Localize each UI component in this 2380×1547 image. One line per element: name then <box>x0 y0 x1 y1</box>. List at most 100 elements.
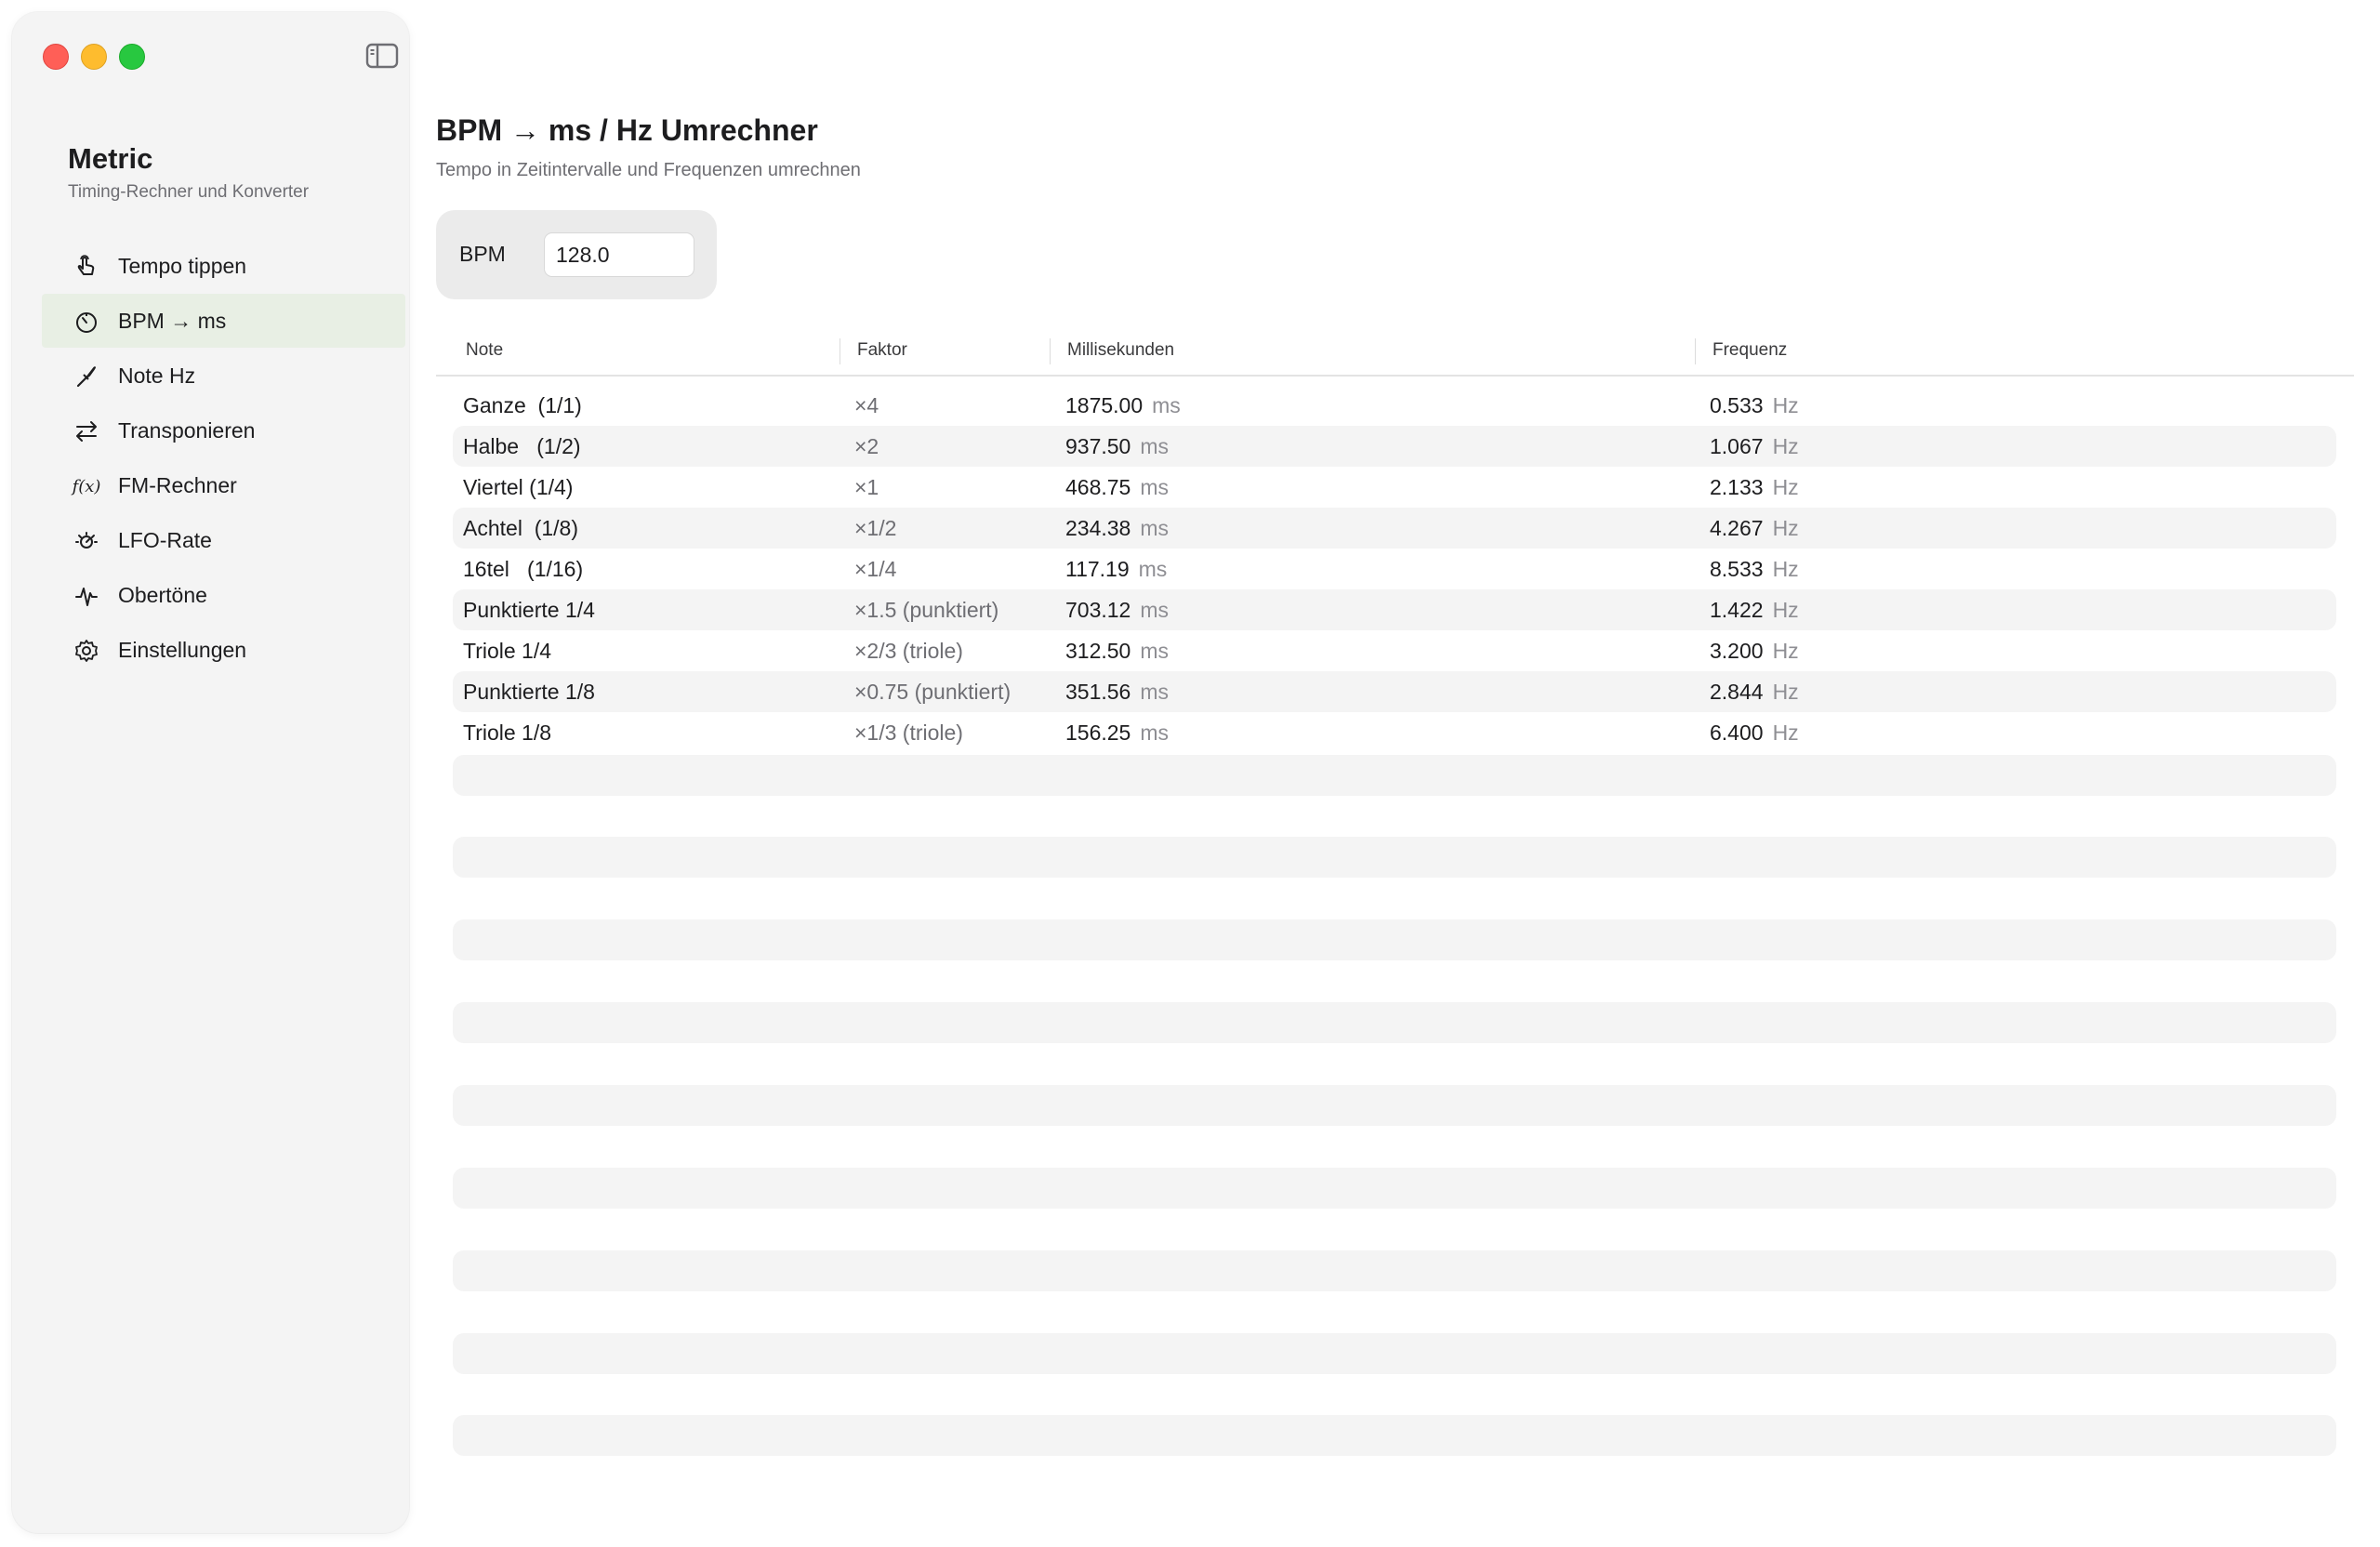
ms-unit: ms <box>1140 434 1170 458</box>
note-cell: Triole 1/8 <box>463 721 552 745</box>
table-row[interactable]: Punktierte 1/8 ×0.75 (punktiert) 351.56 m… <box>453 671 2336 712</box>
ms-unit: ms <box>1140 680 1170 704</box>
hz-value: 8.533 <box>1710 557 1764 581</box>
waveform-icon <box>73 583 99 609</box>
app-subtitle: Timing-Rechner und Konverter <box>68 182 310 202</box>
ms-value: 351.56 <box>1065 680 1131 704</box>
hz-cell: 4.267 Hz <box>1710 516 1799 541</box>
ms-value: 312.50 <box>1065 639 1131 663</box>
empty-table-row <box>453 1250 2336 1291</box>
hz-cell: 1.067 Hz <box>1710 434 1799 459</box>
sidebar-item-lfo-rate[interactable]: LFO-Rate <box>42 513 405 567</box>
empty-table-row <box>453 1168 2336 1209</box>
empty-table-row <box>453 1002 2336 1043</box>
note-cell: Achtel (1/8) <box>463 516 578 540</box>
hz-value: 3.200 <box>1710 639 1764 663</box>
ms-value: 937.50 <box>1065 434 1131 458</box>
hz-cell: 8.533 Hz <box>1710 557 1799 582</box>
ms-value: 1875.00 <box>1065 393 1144 417</box>
sidebar-item-obertoene[interactable]: Obertöne <box>42 568 405 622</box>
table-row[interactable]: Triole 1/8 ×1/3 (triole) 156.25 ms 6.400 H… <box>453 712 2336 753</box>
close-window-button[interactable] <box>43 44 69 70</box>
gear-icon <box>73 638 99 664</box>
hz-cell: 0.533 Hz <box>1710 393 1799 418</box>
page-subtitle: Tempo in Zeitintervalle und Frequenzen u… <box>436 160 861 180</box>
ms-cell: 117.19 ms <box>1065 557 1167 582</box>
hz-cell: 1.422 Hz <box>1710 598 1799 623</box>
table-row[interactable]: Viertel (1/4) ×1 468.75 ms 2.133 Hz <box>453 467 2336 508</box>
column-header-millisekunden[interactable]: Millisekunden <box>1067 340 1174 361</box>
hz-value: 4.267 <box>1710 516 1764 540</box>
ms-cell: 156.25 ms <box>1065 721 1169 746</box>
ms-unit: ms <box>1140 639 1170 663</box>
hz-unit: Hz <box>1772 475 1799 499</box>
sidebar-item-label: Obertöne <box>118 582 207 607</box>
factor-cell: ×1/4 <box>854 557 897 581</box>
table-row[interactable]: Triole 1/4 ×2/3 (triole) 312.50 ms 3.200 H… <box>453 630 2336 671</box>
sidebar-item-fm-rechner[interactable]: f(x) FM-Rechner <box>42 458 405 512</box>
page-title: BPM → ms / Hz Umrechner <box>436 113 818 147</box>
sidebar-item-note-hz[interactable]: Note Hz <box>42 349 405 403</box>
column-header-note[interactable]: Note <box>466 340 503 361</box>
hz-value: 0.533 <box>1710 393 1764 417</box>
ms-unit: ms <box>1140 598 1170 622</box>
ms-cell: 312.50 ms <box>1065 639 1169 664</box>
ms-unit: ms <box>1140 516 1170 540</box>
sidebar-toggle-icon[interactable] <box>365 43 399 69</box>
table-row[interactable]: Halbe (1/2) ×2 937.50 ms 1.067 Hz <box>453 426 2336 467</box>
factor-cell: ×4 <box>854 393 879 417</box>
table-row[interactable]: Achtel (1/8) ×1/2 234.38 ms 4.267 Hz <box>453 508 2336 549</box>
sidebar-item-tempo-tippen[interactable]: Tempo tippen <box>42 239 405 293</box>
timer-icon <box>73 309 99 335</box>
ms-cell: 1875.00 ms <box>1065 393 1181 418</box>
ms-value: 156.25 <box>1065 721 1131 745</box>
minimize-window-button[interactable] <box>81 44 107 70</box>
empty-table-row <box>453 1415 2336 1456</box>
sidebar: Metric Timing-Rechner und Konverter Temp… <box>12 12 409 1533</box>
column-header-frequenz[interactable]: Frequenz <box>1712 340 1787 361</box>
hz-unit: Hz <box>1772 393 1799 417</box>
empty-table-row <box>453 1333 2336 1374</box>
sidebar-item-bpm-ms[interactable]: BPM → ms <box>42 294 405 348</box>
column-header-faktor[interactable]: Faktor <box>857 340 907 361</box>
sidebar-item-label: Einstellungen <box>118 637 247 662</box>
factor-cell: ×0.75 (punktiert) <box>854 680 1012 704</box>
ms-unit: ms <box>1138 557 1168 581</box>
app-title: Metric <box>68 142 153 175</box>
sidebar-item-label: Tempo tippen <box>118 253 247 278</box>
ms-cell: 703.12 ms <box>1065 598 1169 623</box>
factor-cell: ×1/2 <box>854 516 897 540</box>
tuning-fork-icon <box>73 364 99 390</box>
factor-cell: ×2/3 (triole) <box>854 639 963 663</box>
ms-cell: 937.50 ms <box>1065 434 1169 459</box>
note-cell: Viertel (1/4) <box>463 475 574 499</box>
zoom-window-button[interactable] <box>119 44 145 70</box>
table-row[interactable]: 16tel (1/16) ×1/4 117.19 ms 8.533 Hz <box>453 549 2336 589</box>
empty-table-row <box>453 919 2336 960</box>
sidebar-item-transponieren[interactable]: Transponieren <box>42 403 405 457</box>
hz-value: 2.844 <box>1710 680 1764 704</box>
function-icon: f(x) <box>73 473 101 499</box>
table-row[interactable]: Ganze (1/1) ×4 1875.00 ms 0.533 Hz <box>453 385 2336 426</box>
hz-unit: Hz <box>1772 598 1799 622</box>
factor-cell: ×2 <box>854 434 879 458</box>
ms-unit: ms <box>1152 393 1181 417</box>
app-window: Metric Timing-Rechner und Konverter Temp… <box>0 0 2380 1547</box>
hz-unit: Hz <box>1772 557 1799 581</box>
note-cell: Punktierte 1/8 <box>463 680 595 704</box>
hz-unit: Hz <box>1772 434 1799 458</box>
ms-value: 468.75 <box>1065 475 1131 499</box>
table-row[interactable]: Punktierte 1/4 ×1.5 (punktiert) 703.12 ms… <box>453 589 2336 630</box>
ms-cell: 351.56 ms <box>1065 680 1169 705</box>
bpm-input-group: BPM <box>436 210 717 299</box>
hz-unit: Hz <box>1772 680 1799 704</box>
ms-unit: ms <box>1140 721 1170 745</box>
bpm-input[interactable] <box>544 232 694 277</box>
empty-table-row <box>453 1085 2336 1126</box>
sidebar-item-einstellungen[interactable]: Einstellungen <box>42 623 405 677</box>
hz-unit: Hz <box>1772 721 1799 745</box>
hz-cell: 3.200 Hz <box>1710 639 1799 664</box>
hz-cell: 6.400 Hz <box>1710 721 1799 746</box>
column-divider <box>1050 338 1051 364</box>
ms-value: 234.38 <box>1065 516 1131 540</box>
